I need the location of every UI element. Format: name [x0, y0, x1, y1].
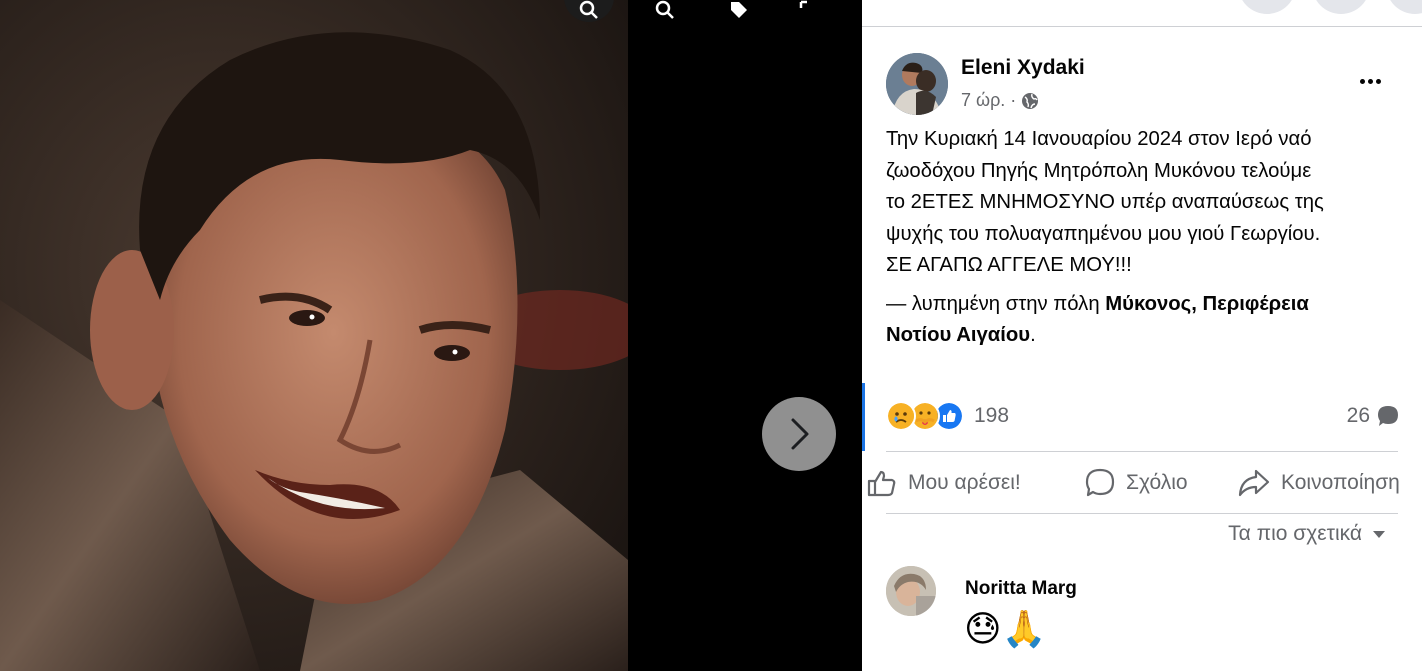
like-label: Μου αρέσει! — [908, 471, 1021, 494]
feeling-location: — λυπημένη στην πόλη Μύκονος, Περιφέρεια — [886, 289, 1416, 321]
tag-icon — [731, 2, 747, 18]
menu-button[interactable] — [1238, 0, 1296, 14]
post-panel: Eleni Xydaki 7 ώρ. · Την Κυριακή 14 Ιανο… — [862, 0, 1422, 671]
zoom-out-icon — [655, 0, 674, 19]
post-meta: 7 ώρ. · — [961, 90, 1039, 111]
location-suffix: . — [1030, 324, 1036, 346]
tag-button[interactable] — [714, 0, 764, 22]
post-line: ψυχής του πολυαγαπημένου μου γιού Γεωργί… — [886, 222, 1321, 245]
sad-reaction-icon — [886, 401, 916, 431]
chevron-right-icon — [791, 418, 809, 450]
commenter-avatar-image — [886, 566, 936, 616]
commenter-avatar[interactable] — [886, 566, 936, 616]
post-line: ζωοδόχου Πηγής Μητρόπολη Μυκόνου τελούμε — [886, 159, 1312, 182]
like-button[interactable]: Μου αρέσει! — [866, 462, 1021, 504]
share-label: Κοινοποίηση — [1281, 471, 1400, 494]
comment-button[interactable]: Σχόλιο — [1084, 462, 1188, 504]
feeling-text: — λυπημένη στην πόλη — [886, 292, 1106, 315]
author-avatar[interactable] — [886, 53, 948, 115]
comment-label: Σχόλιο — [1126, 471, 1188, 494]
post-line: ΣΕ ΑΓΑΠΩ ΑΓΓΕΛΕ ΜΟΥ!!! — [886, 254, 1132, 276]
search-icon — [579, 0, 598, 19]
more-icon — [1359, 78, 1365, 84]
post-actions: Μου αρέσει! Σχόλιο Κοινοποίηση — [862, 462, 1422, 504]
fullscreen-button[interactable] — [782, 0, 832, 22]
author-name[interactable]: Eleni Xydaki — [961, 56, 1085, 80]
comment-text: 😓🙏 — [964, 609, 1047, 650]
comment-bubble-icon — [1378, 406, 1398, 426]
commenter-name[interactable]: Noritta Marg — [965, 578, 1077, 600]
next-photo-button[interactable] — [762, 397, 836, 471]
location-link-cont[interactable]: Νοτίου Αιγαίου — [886, 324, 1030, 346]
more-icon-dot — [1375, 78, 1381, 84]
share-button[interactable]: Κοινοποίηση — [1237, 462, 1400, 504]
zoom-out-button[interactable] — [640, 0, 690, 22]
reactions-count: 198 — [974, 404, 1010, 427]
post-body: Την Κυριακή 14 Ιανουαρίου 2024 στον Ιερό… — [886, 124, 1416, 352]
portrait-image — [0, 0, 628, 671]
focus-indicator — [862, 383, 865, 451]
caret-down-icon — [1373, 531, 1385, 538]
comments-count: 26 — [1346, 404, 1370, 427]
avatar-image — [886, 53, 948, 115]
like-icon — [867, 470, 896, 497]
photo-viewer — [0, 0, 862, 671]
location-link[interactable]: Μύκονος, Περιφέρεια — [1105, 293, 1309, 315]
feeling-location-cont: Νοτίου Αιγαίου. — [886, 320, 1416, 352]
post-time[interactable]: 7 ώρ. · — [961, 90, 1016, 111]
sort-label: Τα πιο σχετικά — [1228, 522, 1362, 545]
post-line: το 2ΕΤΕΣ ΜΝΗΜΟΣΥΝΟ υπέρ αναπαύσεως της — [886, 191, 1324, 213]
more-options-button[interactable] — [1352, 66, 1388, 96]
divider — [886, 451, 1398, 452]
post-photo[interactable] — [0, 0, 628, 671]
reactions-summary[interactable]: 198 — [886, 401, 1009, 431]
post-line: Την Κυριακή 14 Ιανουαρίου 2024 στον Ιερό… — [886, 128, 1312, 150]
panel-top-bar — [862, 0, 1422, 27]
share-icon — [1238, 469, 1270, 497]
fullscreen-icon — [799, 0, 807, 8]
more-icon-dot — [1367, 78, 1373, 84]
comment-icon — [1085, 468, 1115, 497]
comments-count-button[interactable]: 26 — [1347, 404, 1400, 428]
globe-icon — [1022, 92, 1039, 109]
messenger-button[interactable] — [1312, 0, 1370, 14]
comment-sort-dropdown[interactable]: Τα πιο σχετικά — [1228, 522, 1386, 546]
notifications-button[interactable] — [1386, 0, 1422, 14]
divider — [886, 513, 1398, 514]
